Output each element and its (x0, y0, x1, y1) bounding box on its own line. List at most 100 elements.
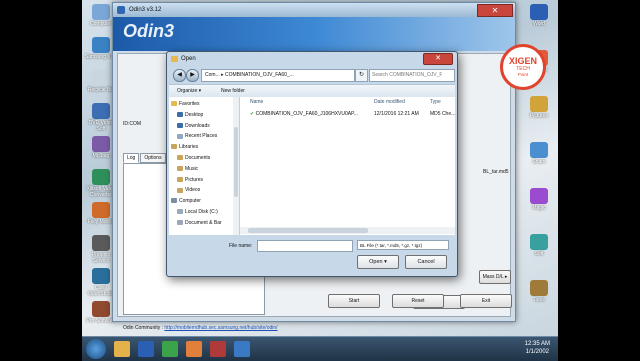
nav-item[interactable]: Computer (171, 198, 201, 204)
address-bar[interactable]: Com... ▸ COMBINATION_OJV_FA60_... (201, 69, 355, 82)
nav-item-label: Libraries (179, 144, 199, 151)
nav-item-label: Local Disk (C:) (185, 209, 218, 215)
dialog-close-button[interactable]: ✕ (423, 53, 453, 65)
nav-item[interactable]: Documents (177, 155, 210, 161)
app-icon (92, 4, 110, 20)
taskbar-word-icon[interactable] (138, 341, 154, 357)
app-icon (92, 103, 110, 119)
folder-icon (171, 198, 177, 204)
taskbar-explorer-icon[interactable] (114, 341, 130, 357)
column-type-header[interactable]: Type (430, 99, 441, 105)
desktop-icon[interactable]: Tools (522, 280, 556, 303)
desktop-icon-label: Fixly Mobile (87, 219, 115, 225)
nav-item-label: Favorites (179, 101, 200, 107)
mass-dl-button[interactable]: Mass D/L ▸ (479, 270, 511, 284)
taskbar-search-icon[interactable] (186, 341, 202, 357)
desktop-icon[interactable]: Share (522, 142, 556, 165)
community-label: Odin Community : (123, 325, 164, 331)
taskbar-app-green-icon[interactable] (162, 341, 178, 357)
app-icon (92, 70, 110, 86)
search-box[interactable] (369, 69, 455, 82)
file-row[interactable]: ✔ COMBINATION_OJV_FA60_J106HXVU0AP... (250, 111, 358, 117)
nav-item[interactable]: Favorites (171, 101, 200, 107)
odin-close-button[interactable]: ✕ (477, 4, 513, 17)
file-name-input[interactable] (257, 240, 353, 252)
odin-app-icon (117, 6, 125, 14)
file-name-label: File name: (229, 243, 253, 249)
column-name-header[interactable]: Name (250, 99, 263, 105)
odin-titlebar[interactable]: Odin3 v3.12 ✕ (113, 3, 515, 17)
app-icon (92, 37, 110, 53)
desktop-icon-label: Magic (532, 205, 546, 211)
column-date-header[interactable]: Date modified (374, 99, 405, 105)
dialog-title: Open (181, 56, 196, 62)
nav-item-label: Documents (185, 155, 211, 161)
taskbar-odin-icon[interactable] (234, 341, 250, 357)
desktop-icon-label: Mp3tag (92, 153, 110, 159)
open-button[interactable]: Open ▾ (357, 255, 399, 269)
xigen-logo: XIGEN TECH Point (500, 44, 546, 90)
refresh-icon[interactable]: ↻ (355, 69, 368, 82)
community-link[interactable]: http://mobilerndhub.sec.samsung.net/hub/… (164, 325, 277, 331)
nav-item[interactable]: Libraries (171, 144, 198, 150)
nav-item[interactable]: Recent Places (177, 133, 217, 139)
odin-tabs: Log Options (123, 153, 167, 163)
start-button-icon[interactable] (86, 339, 106, 359)
folder-icon (171, 56, 178, 62)
desktop-icon-label: Corel VideoStudio (87, 285, 115, 297)
nav-item[interactable]: Downloads (177, 123, 210, 129)
app-icon (530, 234, 548, 250)
nav-item-label: Videos (185, 187, 201, 194)
file-date: 12/1/2016 12:21 AM (374, 111, 419, 117)
nav-item[interactable]: Document & Bar (177, 220, 222, 226)
file-hscroll-thumb[interactable] (248, 228, 368, 233)
desktop-icon[interactable]: Soft (522, 234, 556, 257)
file-name: COMBINATION_OJV_FA60_J106HXVU0AP... (255, 111, 358, 117)
nav-item-label: Computer (179, 198, 201, 205)
nav-item-label: Document & Bar (185, 219, 222, 226)
new-folder-button[interactable]: New folder (221, 85, 245, 97)
search-input[interactable] (370, 72, 442, 78)
chevron-down-icon[interactable]: ▾ (384, 259, 387, 265)
desktop-icon-label: Word (533, 21, 545, 27)
organize-button[interactable]: Organize ▾ (177, 85, 201, 97)
reset-button[interactable]: Reset (392, 294, 444, 308)
open-button-label: Open (369, 259, 383, 265)
cancel-button[interactable]: Cancel (405, 255, 447, 269)
nav-item[interactable]: Music (177, 166, 198, 172)
tab-options[interactable]: Options (140, 153, 166, 163)
nav-scrollbar[interactable] (233, 97, 239, 235)
address-row: ◀ ▶ Com... ▸ COMBINATION_OJV_FA60_... ↻ (171, 68, 455, 82)
forward-arrow-icon[interactable]: ▶ (186, 69, 199, 82)
start-button-main[interactable]: Start (328, 294, 380, 308)
nav-item[interactable]: Desktop (177, 112, 203, 118)
clock-date: 1/1/2002 (525, 349, 549, 355)
navigation-pane: Favorites Desktop Downloads Recent Places Li… (169, 97, 240, 235)
nav-item[interactable]: Videos (177, 187, 200, 193)
file-hscrollbar[interactable] (240, 227, 455, 234)
folder-icon (177, 155, 183, 161)
desktop-icon-label: Computer (90, 21, 112, 27)
open-dialog: Open ✕ ◀ ▶ Com... ▸ COMBINATION_OJV_FA60… (166, 51, 458, 277)
folder-icon (171, 144, 177, 150)
file-type-select[interactable]: BL File (*.tar, *.md5, *.gz, *.tgz) (357, 240, 449, 250)
nav-item[interactable]: Local Disk (C:) (177, 209, 218, 215)
file-tail-label: BL_tar.md5 (483, 169, 509, 175)
tab-log[interactable]: Log (123, 153, 140, 163)
dialog-titlebar[interactable]: Open ✕ (167, 52, 457, 66)
nav-item-label: Recent Places (185, 133, 218, 140)
desktop-icon-label: Phoenix Service (91, 252, 111, 264)
desktop-icon[interactable]: Pictures (522, 96, 556, 119)
taskbar-media-icon[interactable] (210, 341, 226, 357)
app-icon (530, 280, 548, 296)
back-arrow-icon[interactable]: ◀ (173, 69, 186, 82)
clock[interactable]: 12:35 AM 1/1/2002 (525, 340, 550, 356)
folder-icon (177, 133, 183, 139)
desktop-icon[interactable]: Magic (522, 188, 556, 211)
desktop-icon[interactable]: Word (522, 4, 556, 27)
desktop-icon-label: Soft (534, 251, 544, 257)
nav-item[interactable]: Pictures (177, 177, 203, 183)
nav-scroll-thumb[interactable] (234, 127, 238, 197)
file-type: MD5 Che... (430, 111, 456, 117)
exit-button[interactable]: Exit (460, 294, 512, 308)
